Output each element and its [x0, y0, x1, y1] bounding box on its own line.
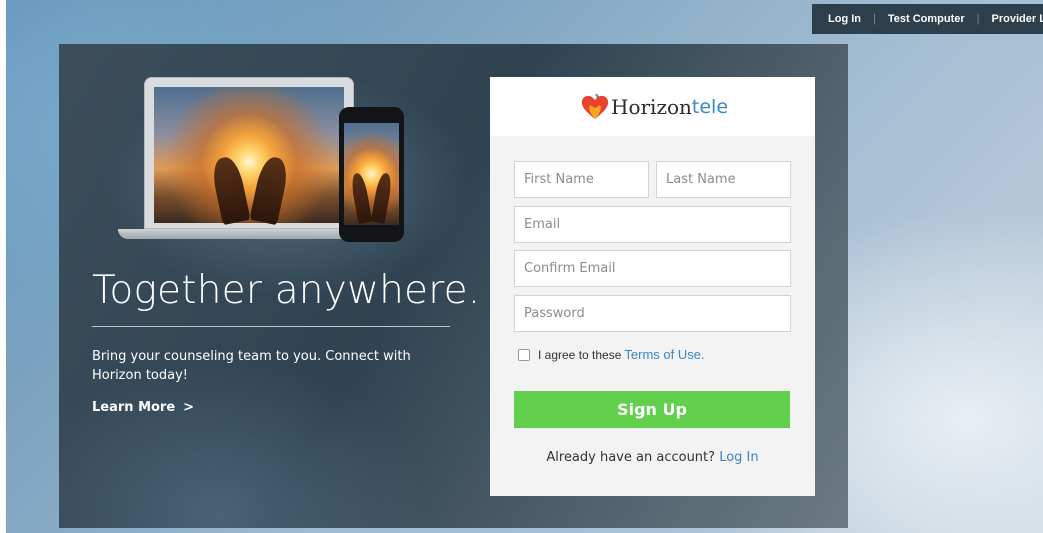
terms-agreement: I agree to these Terms of Use.	[518, 347, 705, 362]
top-nav-provider-login-link[interactable]: Provider Login	[992, 13, 1043, 25]
heart-signal-icon	[581, 94, 609, 119]
logo-text-horizon: Horizon	[611, 95, 692, 119]
existing-account-text: Already have an account?	[546, 450, 716, 465]
hand-left-shape	[349, 172, 373, 224]
phone-illustration	[339, 107, 404, 242]
learn-more-link[interactable]: Learn More >	[92, 400, 194, 415]
last-name-field[interactable]	[656, 161, 791, 198]
signup-card: Horizontele I agree to these Terms of Us…	[490, 77, 815, 496]
terms-of-use-link[interactable]: Terms of Use.	[624, 347, 704, 362]
top-nav-test-computer-link[interactable]: Test Computer	[888, 13, 965, 25]
top-nav-bar: Log In | Test Computer | Provider Login	[812, 4, 1043, 34]
hero-headline: Together anywhere.	[92, 268, 481, 313]
first-name-field[interactable]	[514, 161, 649, 198]
hand-right-shape	[370, 172, 394, 224]
top-nav-login-link[interactable]: Log In	[828, 13, 861, 25]
laptop-screen-image	[154, 87, 344, 226]
terms-agree-label: I agree to these	[538, 347, 622, 362]
chevron-right-icon: >	[183, 400, 195, 415]
signup-card-header: Horizon tele	[490, 77, 815, 136]
email-field[interactable]	[514, 206, 791, 243]
hero-subtext: Bring your counseling team to you. Conne…	[92, 349, 411, 383]
hand-left-shape	[209, 154, 251, 226]
horizon-tele-logo: Horizon tele	[581, 92, 728, 122]
learn-more-label: Learn More	[92, 400, 176, 415]
laptop-lid	[144, 77, 354, 229]
top-nav-separator: |	[873, 13, 876, 25]
phone-screen-image	[344, 123, 399, 225]
top-nav-separator: |	[976, 13, 980, 25]
password-field[interactable]	[514, 295, 791, 332]
existing-account-prompt: Already have an account? Log In	[490, 450, 815, 465]
hero-divider	[92, 326, 450, 327]
card-login-link[interactable]: Log In	[719, 450, 758, 465]
terms-checkbox[interactable]	[518, 348, 530, 361]
confirm-email-field[interactable]	[514, 250, 791, 287]
sign-up-button[interactable]: Sign Up	[514, 391, 790, 428]
logo-text-tele: tele	[691, 96, 729, 118]
hand-right-shape	[249, 154, 291, 226]
